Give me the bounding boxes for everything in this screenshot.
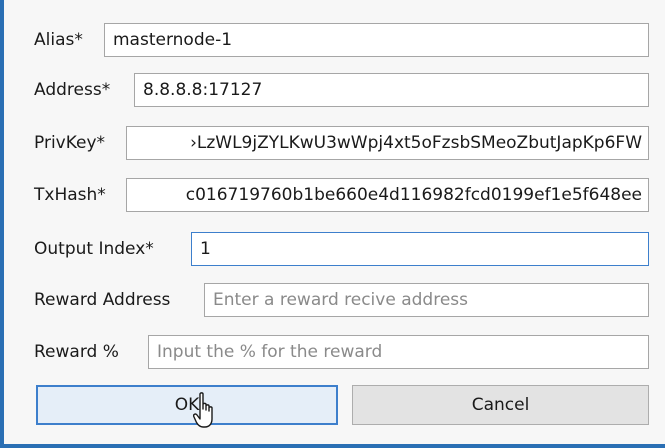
cancel-button[interactable]: Cancel (352, 385, 649, 425)
hand-cursor-icon (193, 392, 213, 428)
alias-label: Alias* (34, 29, 83, 50)
masternode-dialog: Alias* masternode-1 Address* 8.8.8.8:171… (0, 0, 665, 448)
output-index-label: Output Index* (34, 238, 154, 259)
reward-percent-label: Reward % (34, 341, 119, 362)
reward-percent-row: Reward % (34, 334, 119, 370)
window-border-bottom (0, 444, 665, 448)
address-row: Address* (34, 72, 110, 108)
reward-address-input[interactable]: Enter a reward recive address (204, 283, 649, 317)
alias-input[interactable]: masternode-1 (104, 23, 649, 57)
privkey-label: PrivKey* (34, 132, 106, 153)
txhash-input[interactable]: c016719760b1be660e4d116982fcd0199ef1e5f6… (126, 178, 649, 212)
address-input[interactable]: 8.8.8.8:17127 (134, 73, 649, 107)
output-index-row: Output Index* (34, 231, 154, 267)
window-border-left (0, 0, 4, 448)
reward-address-row: Reward Address (34, 282, 170, 318)
ok-button[interactable]: OK (36, 385, 338, 425)
privkey-row: PrivKey* (34, 125, 105, 161)
reward-percent-input[interactable]: Input the % for the reward (148, 335, 649, 369)
txhash-label: TxHash* (34, 184, 106, 205)
privkey-value: ›LzWL9jZYLKwU3wWpj4xt5oFzsbSMeoZbutJapKp… (190, 133, 642, 153)
privkey-input[interactable]: ›LzWL9jZYLKwU3wWpj4xt5oFzsbSMeoZbutJapKp… (126, 126, 649, 160)
output-index-input[interactable]: 1 (191, 232, 649, 266)
alias-row: Alias* (34, 22, 83, 58)
reward-address-label: Reward Address (34, 289, 171, 310)
txhash-value: c016719760b1be660e4d116982fcd0199ef1e5f6… (185, 185, 642, 205)
address-label: Address* (34, 79, 111, 100)
txhash-row: TxHash* (34, 177, 106, 213)
cancel-button-label: Cancel (471, 395, 530, 415)
